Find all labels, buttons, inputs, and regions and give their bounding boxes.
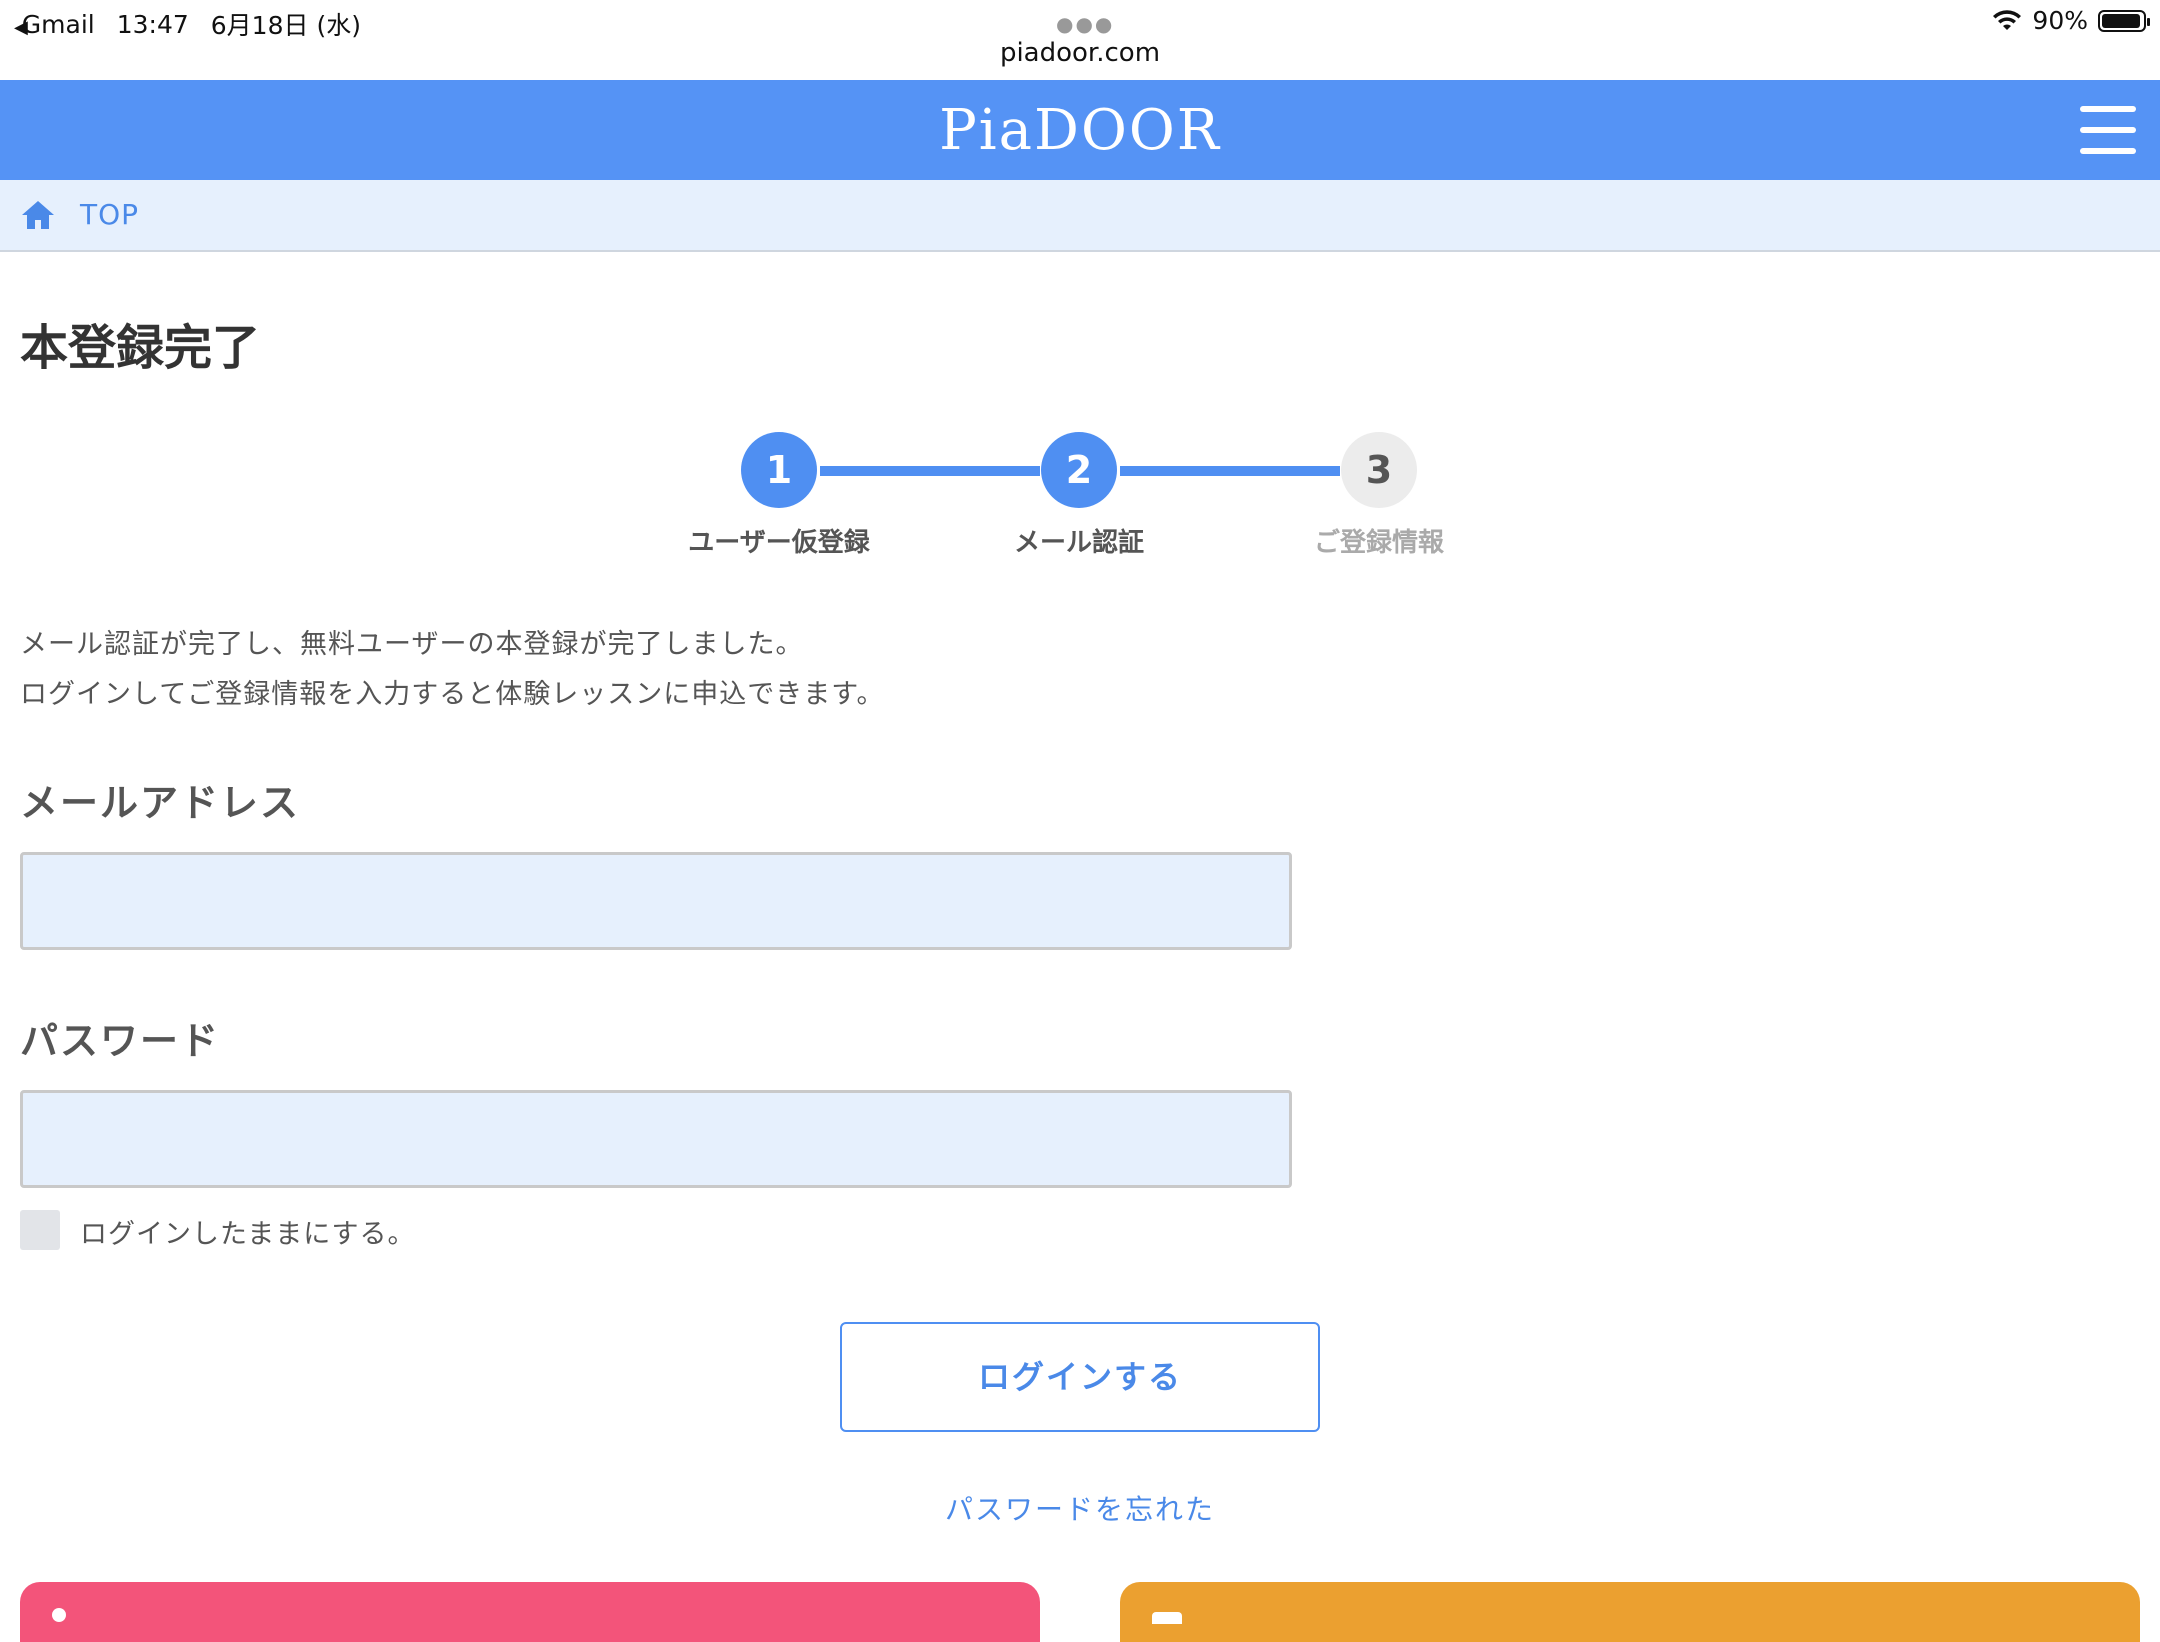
breadcrumb: TOP [0, 180, 2160, 252]
back-to-app[interactable]: ◀ Gmail [14, 10, 95, 39]
site-header: PiaDOOR [0, 80, 2160, 180]
password-field[interactable] [20, 1090, 1292, 1188]
status-bar-left: ◀ Gmail 13:47 6月18日 (水) [14, 6, 361, 42]
status-date: 6月18日 (水) [210, 11, 361, 40]
login-button[interactable]: ログインする [840, 1322, 1320, 1432]
email-field[interactable] [20, 852, 1292, 950]
forgot-password-text[interactable]: パスワードを忘れた [945, 1493, 1215, 1526]
password-label: パスワード [20, 1019, 221, 1063]
remember-me-checkbox[interactable] [20, 1210, 60, 1250]
step-3-label: ご登録情報 [1313, 528, 1444, 558]
step-3-circle: 3 [1341, 432, 1417, 508]
status-bar: ◀ Gmail 13:47 6月18日 (水) ●●● piadoor.com … [0, 0, 2160, 80]
battery-percent: 90% [2032, 6, 2088, 35]
page-title: 本登録完了 [20, 320, 261, 376]
step-2-label: メール認証 [1013, 528, 1144, 558]
message-line-1: メール認証が完了し、無料ユーザーの本登録が完了しました。 [20, 629, 804, 660]
site-logo[interactable]: PiaDOOR [0, 98, 2160, 163]
step-connector-2-3 [1120, 466, 1340, 476]
card-icon [1152, 1612, 1182, 1624]
hamburger-icon[interactable] [2080, 106, 2136, 154]
home-icon[interactable] [20, 199, 56, 231]
pink-action-card[interactable] [20, 1582, 1040, 1642]
step-1-circle: 1 [741, 432, 817, 508]
status-bar-right: 90% [1992, 6, 2150, 35]
step-connector-1-2 [820, 466, 1040, 476]
more-dots-icon[interactable]: ●●● [1056, 12, 1114, 36]
url-display[interactable]: piadoor.com [0, 38, 2160, 68]
wifi-icon [1993, 9, 2022, 30]
back-app-name: Gmail [21, 9, 95, 39]
completion-message: メール認証が完了し、無料ユーザーの本登録が完了しました。 ログインしてご登録情報… [20, 620, 885, 720]
status-time: 13:47 [116, 9, 189, 39]
message-line-2: ログインしてご登録情報を入力すると体験レッスンに申込できます。 [20, 679, 885, 710]
battery-icon [2098, 9, 2150, 32]
step-2-circle: 2 [1041, 432, 1117, 508]
step-1-label: ユーザー仮登録 [688, 528, 870, 558]
breadcrumb-top-link[interactable]: TOP [80, 198, 139, 231]
orange-action-card[interactable] [1120, 1582, 2140, 1642]
email-label: メールアドレス [20, 781, 301, 825]
remember-me-label[interactable]: ログインしたままにする。 [80, 1212, 415, 1251]
forgot-password-link: パスワードを忘れた [0, 1488, 2160, 1528]
